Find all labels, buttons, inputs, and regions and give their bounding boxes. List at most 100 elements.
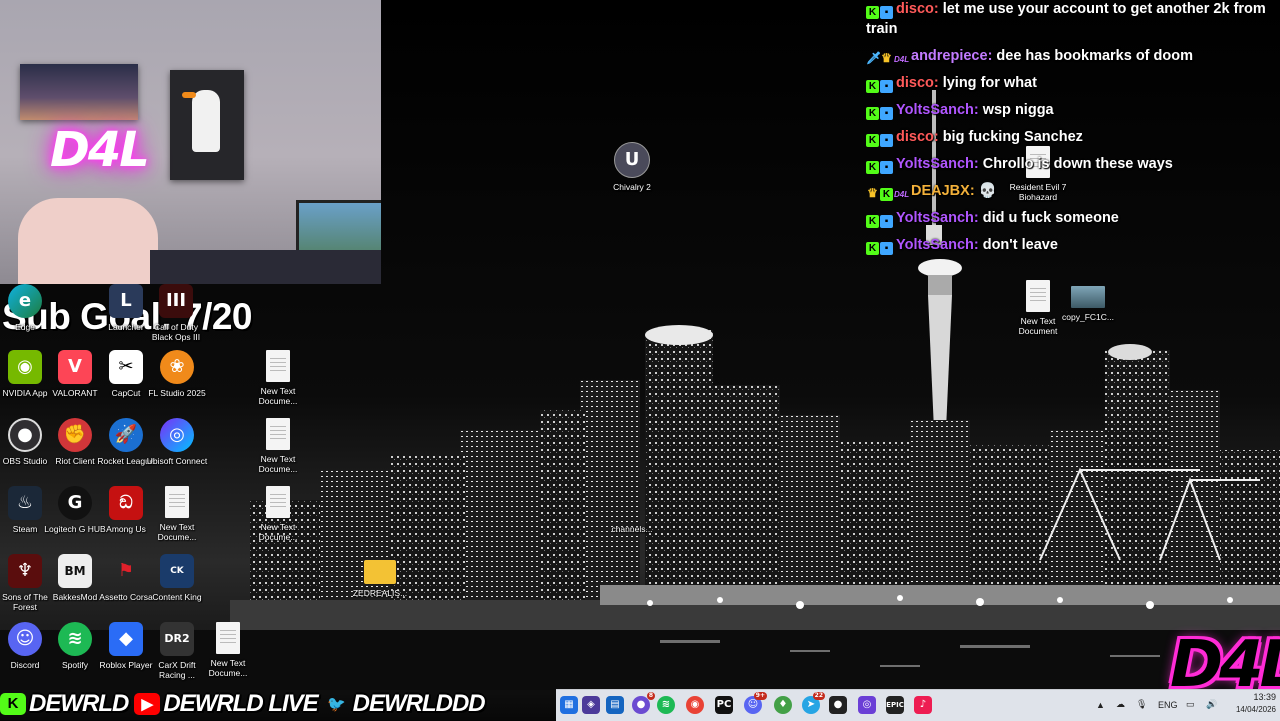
tray-chevron-icon[interactable]: ▲ xyxy=(1096,700,1105,710)
edge-icon: e xyxy=(8,284,42,318)
kick-icon: K xyxy=(0,692,26,715)
crown-badge-icon: ♛ xyxy=(867,185,878,200)
desktop-icon-copy-fc1c[interactable]: copy_FC1C... xyxy=(1055,286,1121,322)
chat-message: K ▪ YoltsSanch: Chrollo is down these ways xyxy=(866,155,1280,175)
roblox-icon: ◆ xyxy=(109,622,143,656)
cube-badge-icon: ▪ xyxy=(880,241,893,255)
desktop-icon-channels[interactable]: channels... xyxy=(599,486,665,534)
desktop-icon-text-doc-3[interactable]: New Text Docume... xyxy=(144,486,210,542)
youtube-icon: ▶ xyxy=(134,692,161,715)
among-us-icon: ඞ xyxy=(109,486,143,520)
cube-badge-icon: ▪ xyxy=(880,79,893,93)
chat-username: YoltsSanch: xyxy=(896,236,979,253)
nvidia-icon: ◉ xyxy=(8,350,42,384)
chat-username: YoltsSanch: xyxy=(896,101,979,118)
call-of-duty-icon: III xyxy=(159,284,193,318)
desktop-icon-text-doc-1[interactable]: New Text Docume... xyxy=(245,350,311,406)
desktop-icon-text-doc-4[interactable]: New Text Docume... xyxy=(245,486,311,542)
chat-text: Chrollo is down these ways xyxy=(982,155,1173,172)
discord-taskbar-icon[interactable]: ☺ 9+ xyxy=(744,692,767,714)
desktop-icon-fl-studio[interactable]: ❀ FL Studio 2025 xyxy=(144,350,210,398)
social-kick: K DEWRLD xyxy=(0,689,129,718)
taskbar: ▦ ◈ ▤ ● 8 ≋ ◉ PC ☺ 9+ ♦ ➤ 22 ● ◎ EPIC ♪ ▲ ☁… xyxy=(556,689,1280,721)
rocket-league-icon: 🚀 xyxy=(109,418,143,452)
taskbar-app-green[interactable]: ♦ xyxy=(774,696,792,714)
language-indicator[interactable]: ENG xyxy=(1158,700,1178,710)
clock-date: 14/04/2026 xyxy=(1235,705,1276,714)
chivalry-2-icon: U xyxy=(614,142,650,178)
skyline-painting xyxy=(20,64,138,120)
bakkesmod-icon: BM xyxy=(58,554,92,588)
mic-icon[interactable]: 🎙 xyxy=(1136,699,1147,710)
network-icon[interactable]: ▭ xyxy=(1186,699,1195,710)
chrome-icon[interactable]: ◉ xyxy=(686,696,704,714)
stream-chat-overlay: K ▪ disco: let me use your account to get a… xyxy=(866,0,1280,263)
clock[interactable]: 13:39 14/04/2026 xyxy=(1226,692,1276,714)
cube-badge-icon: ▪ xyxy=(880,160,893,174)
desktop-icon-chivalry-2[interactable]: U Chivalry 2 xyxy=(599,142,665,192)
chat-text: big fucking Sanchez xyxy=(942,128,1083,145)
launcher-icon: L xyxy=(109,284,143,318)
chat-text: don't leave xyxy=(982,236,1058,253)
spotify-taskbar-icon[interactable]: ≋ xyxy=(657,696,675,714)
taskbar-app-2[interactable]: ● 8 xyxy=(632,692,655,714)
taskview-icon[interactable]: ▦ xyxy=(560,696,578,714)
chat-username: disco: xyxy=(896,128,939,145)
epic-games-icon[interactable]: EPIC xyxy=(886,696,904,714)
chat-username: YoltsSanch: xyxy=(896,155,979,172)
tiktok-icon[interactable]: ♪ xyxy=(914,696,932,714)
chat-message: K ▪ disco: big fucking Sanchez xyxy=(866,128,1280,148)
taskbar-app-purple[interactable]: ◎ xyxy=(858,696,876,714)
desktop-icon-edge[interactable]: e Edge xyxy=(0,284,58,332)
d4l-badge-icon: D4L xyxy=(894,189,910,199)
k-badge-icon: K xyxy=(866,160,879,174)
text-document-icon xyxy=(165,486,189,518)
chat-text: 💀 xyxy=(978,182,997,199)
chat-text: wsp nigga xyxy=(982,101,1054,118)
social-twitter: 🐦 DEWRLDDD xyxy=(324,690,485,718)
text-document-icon xyxy=(216,622,240,654)
chat-message: K ▪ disco: lying for what xyxy=(866,74,1280,94)
text-document-icon xyxy=(266,350,290,382)
chat-username: disco: xyxy=(896,1,939,17)
k-badge-icon: K xyxy=(866,241,879,255)
taskbar-app-1[interactable]: ◈ xyxy=(582,696,600,714)
desktop-icon-ubisoft-connect[interactable]: ◎ Ubisoft Connect xyxy=(144,418,210,466)
cube-badge-icon: ▪ xyxy=(880,133,893,147)
desktop-icon-zedrealis-folder[interactable]: ZEDREALIS... xyxy=(347,554,413,598)
desk xyxy=(150,250,381,284)
discord-icon: ☺ xyxy=(8,622,42,656)
chat-username: andrepiece: xyxy=(911,47,993,64)
obs-taskbar-icon[interactable]: ● xyxy=(829,696,847,714)
file-explorer-icon[interactable]: ▤ xyxy=(606,696,624,714)
desktop-icon-text-doc-2[interactable]: New Text Docume... xyxy=(245,418,311,474)
neon-sign: D4L xyxy=(50,122,150,178)
clock-time: 13:39 xyxy=(1253,692,1276,702)
cube-badge-icon: ▪ xyxy=(880,6,893,19)
obs-icon: ● xyxy=(8,418,42,452)
cube-badge-icon: ▪ xyxy=(880,214,893,228)
kick-handle: DEWRLD xyxy=(29,689,129,717)
k-badge-icon: K xyxy=(866,6,879,19)
volume-icon[interactable]: 🔊 xyxy=(1206,699,1217,710)
chat-username: DEAJBX: xyxy=(911,182,975,199)
telegram-icon[interactable]: ➤ 22 xyxy=(802,692,825,714)
spotify-icon: ≋ xyxy=(58,622,92,656)
ubisoft-icon: ◎ xyxy=(160,418,194,452)
chair xyxy=(18,198,158,284)
social-youtube: ▶ DEWRLD LIVE xyxy=(134,690,319,718)
chat-message: 🗡♛ D4L andrepiece: dee has bookmarks of doo… xyxy=(866,47,1280,67)
fl-studio-icon: ❀ xyxy=(160,350,194,384)
desktop-icon-call-of-duty[interactable]: III Call of Duty Black Ops III xyxy=(143,284,209,342)
file-icon xyxy=(615,486,649,520)
k-badge-icon: K xyxy=(880,187,893,201)
chat-text: did u fuck someone xyxy=(982,209,1119,226)
cube-badge-icon: ▪ xyxy=(880,106,893,120)
desktop-icon-text-doc-5[interactable]: New Text Docume... xyxy=(195,622,261,678)
text-document-icon xyxy=(266,486,290,518)
sword-badge-icon: 🗡 xyxy=(866,50,882,65)
image-file-icon xyxy=(1071,286,1105,308)
wifi-icon[interactable]: ☁ xyxy=(1116,699,1125,710)
desktop-icon-content-king[interactable]: CK Content King xyxy=(144,554,210,602)
pc-app-icon[interactable]: PC xyxy=(715,696,733,714)
